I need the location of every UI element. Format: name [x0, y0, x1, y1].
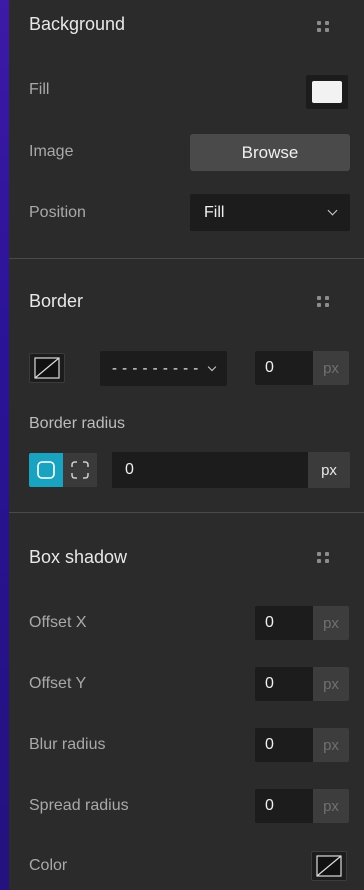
box-shadow-section-title: Box shadow [29, 547, 128, 567]
section-divider [9, 512, 364, 513]
position-select-value: Fill [204, 203, 225, 221]
blur-radius-input[interactable]: 0 [255, 728, 313, 762]
spread-radius-unit[interactable]: px [313, 789, 349, 823]
fill-color-preview [312, 81, 342, 103]
chevron-down-icon [207, 362, 217, 371]
border-width-input[interactable]: 0 [255, 351, 313, 385]
offset-y-unit[interactable]: px [313, 667, 349, 701]
offset-x-label: Offset X [29, 614, 87, 631]
browse-button[interactable]: Browse [190, 134, 350, 171]
border-section-title: Border [29, 291, 84, 311]
fill-color-swatch[interactable] [306, 75, 348, 109]
offset-x-input[interactable]: 0 [255, 606, 313, 640]
border-width-unit[interactable]: px [313, 351, 349, 385]
spread-radius-label: Spread radius [29, 797, 129, 814]
radius-individual-toggle[interactable] [63, 453, 97, 487]
no-color-swatch-icon [316, 855, 342, 877]
drag-handle-icon[interactable] [317, 21, 331, 33]
rounded-square-icon [37, 461, 55, 479]
border-radius-input[interactable]: 0 [112, 452, 308, 488]
spread-radius-input[interactable]: 0 [255, 789, 313, 823]
no-color-swatch-icon [34, 357, 60, 379]
border-style-select[interactable]: - - - - - - - - - [100, 351, 227, 386]
offset-y-label: Offset Y [29, 675, 87, 692]
drag-handle-icon[interactable] [317, 296, 331, 308]
offset-x-unit[interactable]: px [313, 606, 349, 640]
shadow-color-swatch[interactable] [311, 851, 347, 881]
border-style-value: - - - - - - - - - [112, 360, 199, 377]
chevron-down-icon [327, 205, 338, 216]
position-select[interactable]: Fill [190, 194, 350, 231]
border-color-swatch[interactable] [29, 353, 65, 383]
border-radius-label: Border radius [29, 415, 126, 432]
window-edge [0, 0, 9, 890]
radius-all-toggle[interactable] [29, 453, 63, 487]
section-divider [9, 258, 364, 259]
border-radius-unit[interactable]: px [308, 452, 350, 488]
blur-radius-label: Blur radius [29, 736, 106, 753]
image-label: Image [29, 143, 74, 160]
position-label: Position [29, 204, 86, 221]
drag-handle-icon[interactable] [317, 552, 331, 564]
background-section-title: Background [29, 14, 126, 34]
offset-y-input[interactable]: 0 [255, 667, 313, 701]
shadow-color-label: Color [29, 857, 68, 874]
fill-label: Fill [29, 81, 50, 98]
corners-icon [71, 461, 89, 479]
properties-panel: Background Fill Image Browse Position Fi… [9, 0, 364, 890]
blur-radius-unit[interactable]: px [313, 728, 349, 762]
